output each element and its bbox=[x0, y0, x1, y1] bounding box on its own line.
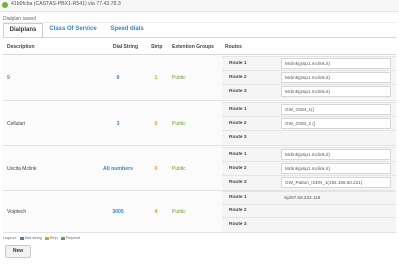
route-label: Route 3 bbox=[229, 180, 247, 185]
new-button[interactable]: New bbox=[5, 245, 31, 258]
tab-class-of-service[interactable]: Class Of Service bbox=[47, 23, 99, 36]
tab-dialplans[interactable]: Dialplans bbox=[3, 23, 43, 38]
column-header-extension-groups: Extention Groups bbox=[172, 44, 214, 50]
route-label: Route 2 bbox=[229, 75, 247, 80]
window-title: 41b0fcba (CASTAS-PBX1-R541) via 77.43.78… bbox=[11, 1, 121, 7]
route-label: Route 3 bbox=[229, 89, 247, 94]
legend-item: Dial string bbox=[24, 236, 42, 240]
table-row[interactable]: Uscita Mclink All numbers 0 Public Route… bbox=[3, 146, 396, 191]
row-dial-string: 3005 bbox=[112, 209, 124, 215]
row-description: 9 bbox=[7, 75, 10, 81]
row-extension-group: Public bbox=[172, 121, 186, 127]
route-label: Route 3 bbox=[229, 135, 247, 140]
column-header-strip: Strip bbox=[151, 44, 163, 50]
legend: Legend: Dial string Strip Prepend bbox=[3, 236, 80, 240]
route-field[interactable]: sip/97.59.233.118 bbox=[281, 193, 391, 204]
route-label: Route 2 bbox=[229, 208, 247, 213]
row-extension-group: Public bbox=[172, 209, 186, 215]
route-row: Route 1 sip/97.59.233.118 bbox=[222, 191, 396, 205]
route-label: Route 1 bbox=[229, 61, 247, 66]
route-field[interactable]: GW_GSM_1() bbox=[281, 104, 391, 115]
route-field[interactable]: Mclink(psip1.mclink.it) bbox=[281, 72, 391, 83]
route-label: Route 1 bbox=[229, 152, 247, 157]
row-description: Cellulari bbox=[7, 121, 26, 127]
route-field[interactable]: Mclink(psip1.mclink.it) bbox=[281, 86, 391, 97]
route-field[interactable]: Mclink(psip1.mclink.it) bbox=[281, 163, 391, 174]
route-field[interactable]: Mclink(psip1.mclink.it) bbox=[281, 149, 391, 160]
window-title-bar: 41b0fcba (CASTAS-PBX1-R541) via 77.43.78… bbox=[0, 0, 399, 12]
tab-speed-dials[interactable]: Speed dials bbox=[107, 23, 147, 36]
table-row[interactable]: Cellulari 3 0 Public Route 1 GW_GSM_1() … bbox=[3, 101, 396, 146]
column-header-description: Description bbox=[7, 44, 35, 50]
route-label: Route 1 bbox=[229, 195, 247, 200]
tab-divider bbox=[3, 37, 396, 38]
row-description: Voiptech bbox=[7, 209, 27, 215]
route-label: Route 3 bbox=[229, 222, 247, 227]
route-label: Route 2 bbox=[229, 121, 247, 126]
legend-label: Legend: bbox=[3, 236, 17, 240]
route-row: Route 3 Mclink(psip1.mclink.it) bbox=[222, 84, 396, 99]
route-field[interactable]: GW_GSM_2 () bbox=[281, 118, 391, 129]
route-row: Route 2 GW_GSM_2 () bbox=[222, 116, 396, 131]
route-label: Route 2 bbox=[229, 166, 247, 171]
column-header-routes: Routes bbox=[225, 44, 242, 50]
connection-status-icon bbox=[2, 2, 8, 8]
row-extension-group: Public bbox=[172, 166, 186, 172]
route-row: Route 2 Mclink(psip1.mclink.it) bbox=[222, 161, 396, 176]
route-field[interactable] bbox=[281, 219, 391, 230]
row-dial-string: 3 bbox=[116, 121, 120, 127]
row-dial-string: 9 bbox=[116, 75, 120, 81]
route-field[interactable] bbox=[281, 206, 391, 217]
route-row: Route 3 bbox=[222, 217, 396, 232]
route-row: Route 2 bbox=[222, 204, 396, 218]
route-label: Route 1 bbox=[229, 107, 247, 112]
route-field[interactable]: Mclink(psip1.mclink.it) bbox=[281, 58, 391, 69]
legend-swatch-strip bbox=[44, 236, 49, 240]
route-row: Route 3 GW_Patton_ISDN_1(192.168.50.221) bbox=[222, 175, 396, 190]
row-strip: 0 bbox=[154, 121, 158, 127]
legend-swatch-dial-string bbox=[19, 236, 24, 240]
row-strip: 4 bbox=[154, 209, 158, 215]
row-description: Uscita Mclink bbox=[7, 166, 37, 172]
route-row: Route 1 Mclink(psip1.mclink.it) bbox=[222, 147, 396, 162]
row-extension-group: Public bbox=[172, 75, 186, 81]
legend-item: Prepend bbox=[65, 236, 80, 240]
route-field[interactable]: GW_Patton_ISDN_1(192.168.50.221) bbox=[281, 177, 391, 188]
legend-item: Strip bbox=[49, 236, 58, 240]
table-row[interactable]: Voiptech 3005 4 Public Route 1 sip/97.59… bbox=[3, 191, 396, 233]
column-header-dial-string: Dial String bbox=[113, 44, 139, 50]
route-row: Route 3 bbox=[222, 130, 396, 145]
route-field[interactable] bbox=[281, 132, 391, 143]
route-row: Route 1 GW_GSM_1() bbox=[222, 102, 396, 117]
table-row[interactable]: 9 9 1 Public Route 1 Mclink(psip1.mclink… bbox=[3, 55, 396, 101]
row-strip: 0 bbox=[154, 166, 158, 172]
row-dial-string: All numbers bbox=[103, 166, 133, 172]
legend-swatch-prepend bbox=[60, 236, 65, 240]
route-row: Route 2 Mclink(psip1.mclink.it) bbox=[222, 70, 396, 85]
row-strip: 1 bbox=[154, 75, 158, 81]
route-row: Route 1 Mclink(psip1.mclink.it) bbox=[222, 56, 396, 71]
